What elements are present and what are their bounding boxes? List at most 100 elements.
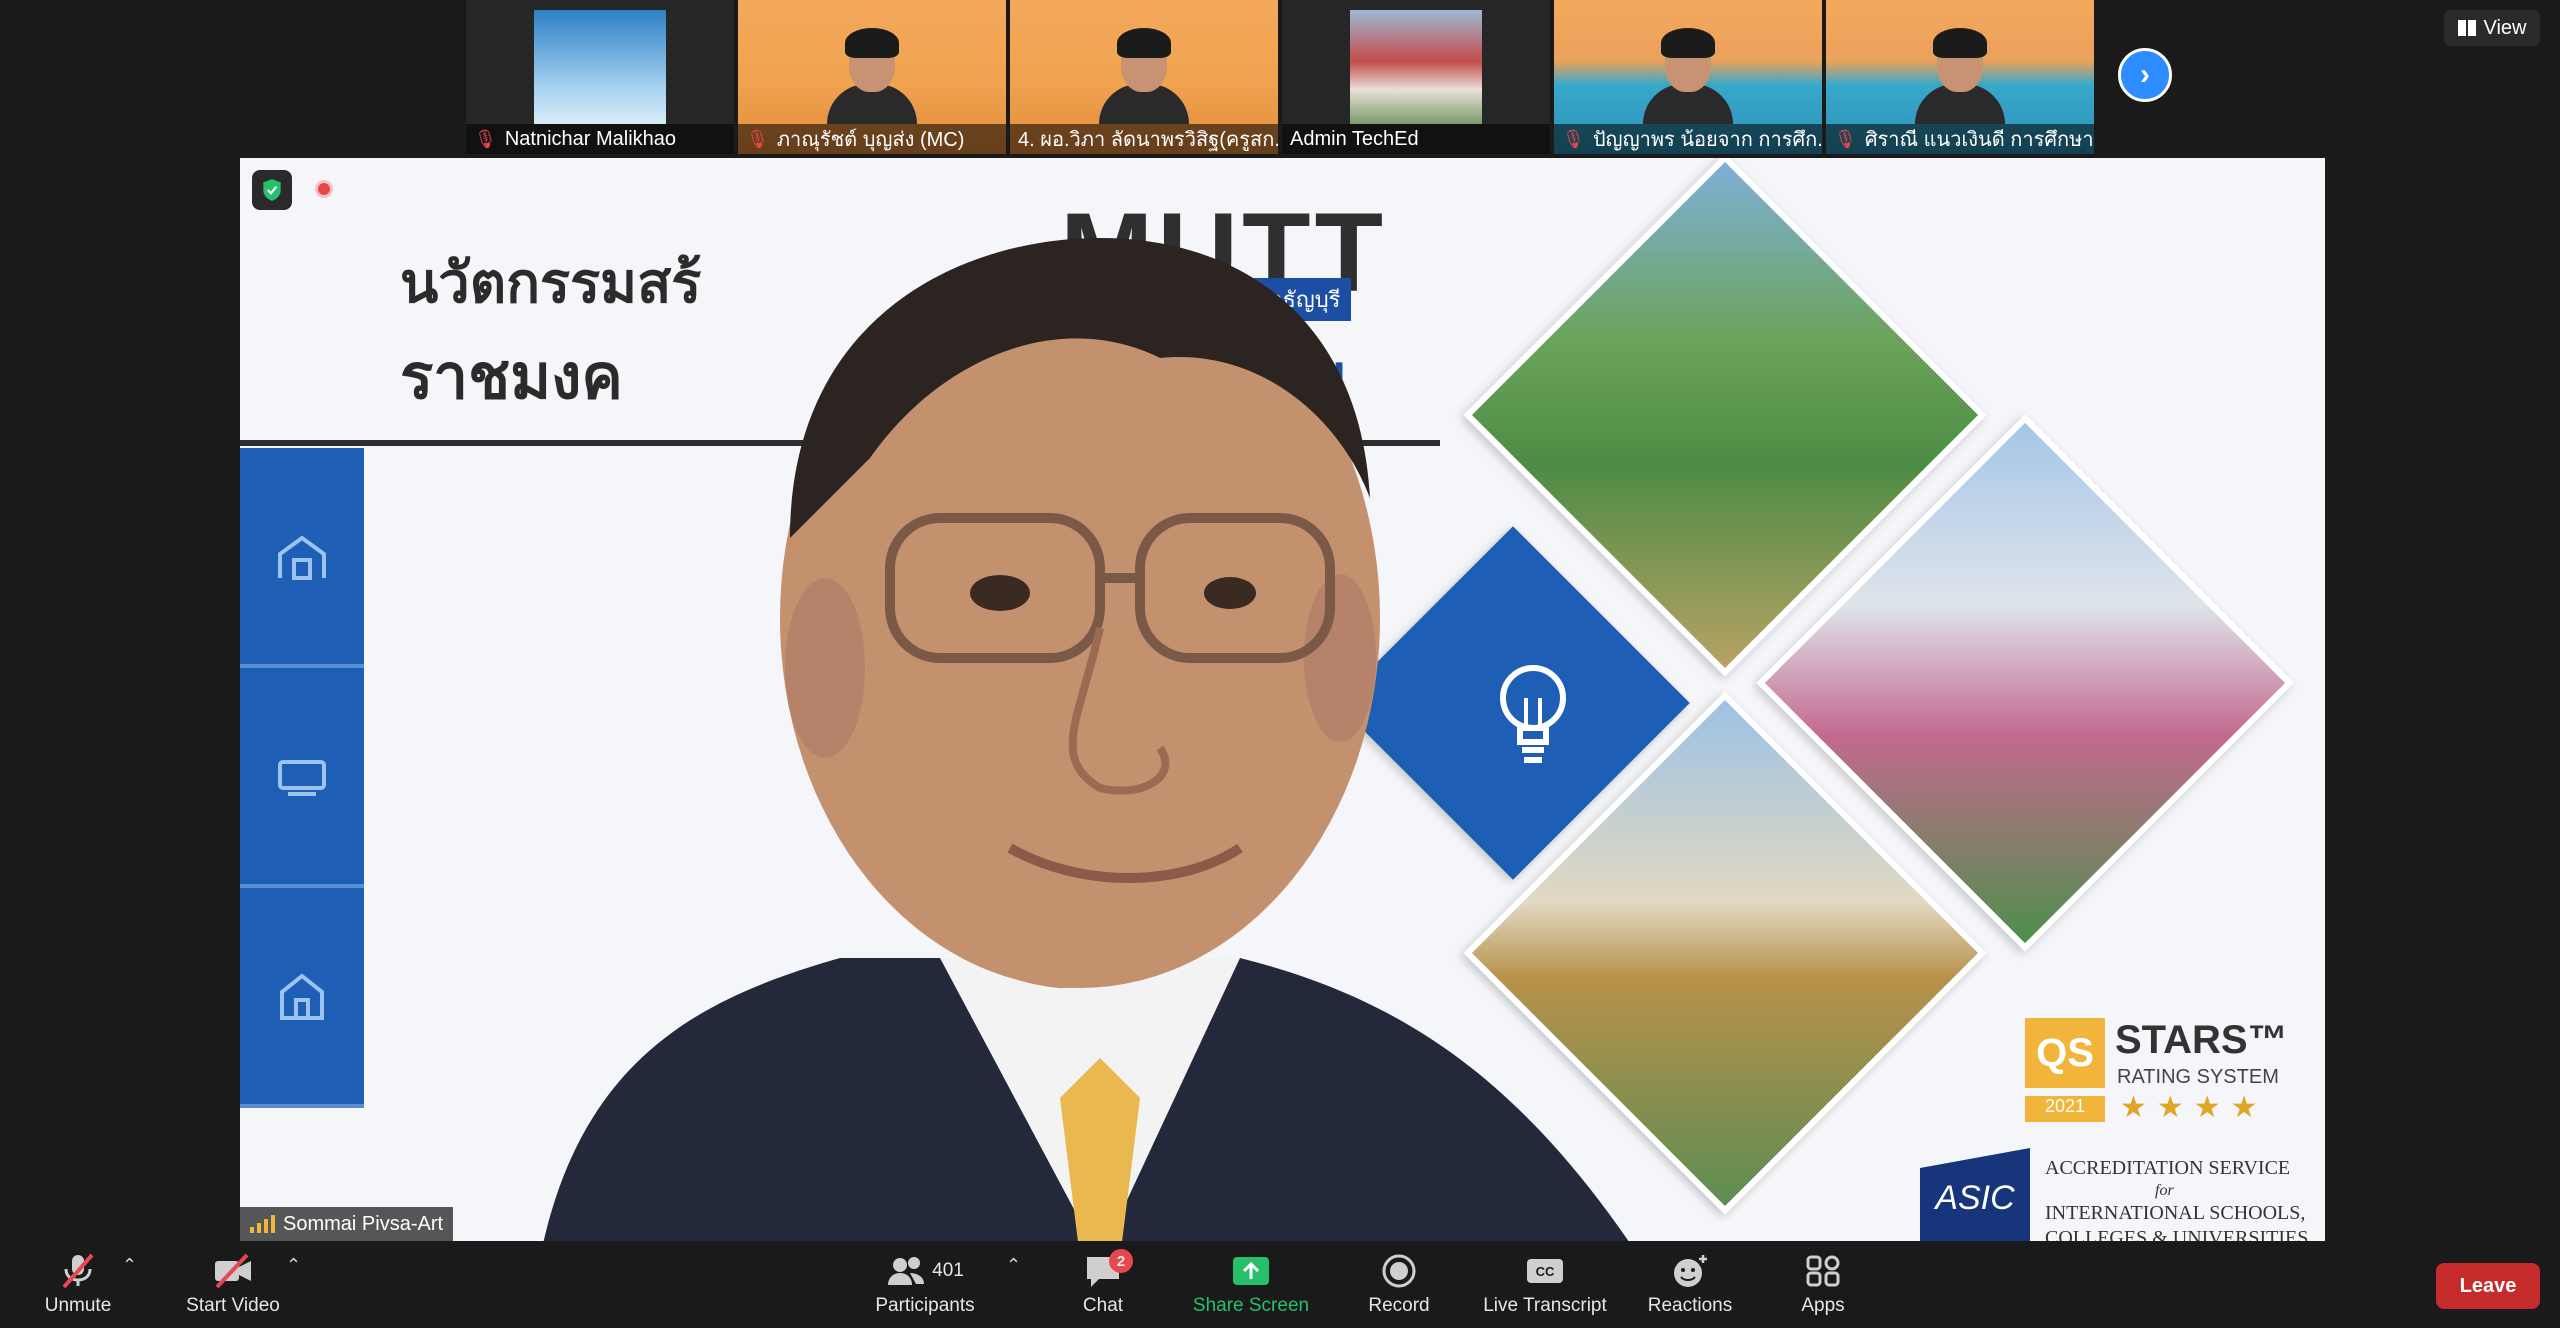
slide-side-section: [240, 448, 364, 668]
mic-muted-icon: [62, 1253, 94, 1288]
participants-icon-group: 401: [886, 1253, 964, 1289]
chat-unread-badge: 2: [1109, 1249, 1133, 1273]
unmute-label: Unmute: [44, 1294, 112, 1316]
chat-label: Chat: [1082, 1294, 1124, 1316]
chevron-right-icon: ›: [2140, 58, 2150, 91]
start-video-label: Start Video: [186, 1294, 280, 1316]
muted-mic-icon: 🎙: [1834, 128, 1857, 149]
reactions-label: Reactions: [1647, 1294, 1733, 1316]
chat-button[interactable]: 2 Chat: [1060, 1241, 1146, 1328]
participant-name-bar: 🎙 ศิราณี แนวเงินดี การศึกษา...: [1826, 124, 2094, 154]
unmute-button[interactable]: Unmute: [30, 1241, 126, 1328]
screen-icon: [278, 760, 326, 796]
building-icon: [278, 535, 326, 580]
asic-line: for: [2155, 1182, 2174, 1199]
record-label: Record: [1368, 1294, 1430, 1316]
participant-thumbnail-strip: 🎙 Natnichar Malikhao 🎙 ภาณุรัชต์ บุญส่ง …: [466, 0, 2094, 154]
participant-thumbnail[interactable]: 🎙 Natnichar Malikhao: [466, 0, 734, 154]
next-page-button[interactable]: ›: [2118, 48, 2172, 102]
participant-name: Admin TechEd: [1290, 127, 1419, 150]
audio-options-caret-icon[interactable]: ⌃: [122, 1255, 137, 1276]
qs-year: 2021: [2025, 1096, 2105, 1122]
leave-meeting-button[interactable]: Leave: [2436, 1263, 2540, 1309]
active-speaker-name: Sommai Pivsa-Art: [283, 1212, 444, 1235]
asic-line: COLLEGES & UNIVERSITIES: [2045, 1227, 2309, 1241]
active-speaker-label: Sommai Pivsa-Art: [240, 1207, 454, 1241]
participant-name: ปัญญาพร น้อยจาก การศึก...: [1592, 129, 1822, 151]
participant-name-bar: 🎙 ปัญญาพร น้อยจาก การศึก...: [1554, 124, 1822, 154]
record-button[interactable]: Record: [1354, 1241, 1444, 1328]
participant-thumbnail[interactable]: 4. ผอ.วิภา ลัดนาพรวิสิฐ(ครูสก...: [1010, 0, 1278, 154]
slide-heading: ราชมงค: [400, 340, 623, 413]
asic-line: INTERNATIONAL SCHOOLS,: [2045, 1202, 2306, 1224]
slide-heading: นวัตกรรมสร้: [400, 251, 702, 316]
participant-thumbnail[interactable]: 🎙 ปัญญาพร น้อยจาก การศึก...: [1554, 0, 1822, 154]
participant-video: [534, 10, 666, 124]
lightbulb-icon: [1500, 665, 1566, 763]
participants-options-caret-icon[interactable]: ⌃: [1006, 1255, 1021, 1276]
share-screen-icon: [1233, 1256, 1269, 1285]
participants-count: 401: [932, 1259, 964, 1281]
grid-icon: [2457, 20, 2476, 36]
reactions-icon: [1674, 1254, 1707, 1287]
live-transcript-button[interactable]: CC Live Transcript: [1470, 1241, 1620, 1328]
qs-stars-badge: QS STARS™ RATING SYSTEM 2021 ★★★★: [2025, 1018, 2305, 1128]
participants-button[interactable]: 401 Participants: [860, 1241, 990, 1328]
video-off-icon: [215, 1253, 251, 1288]
closed-caption-icon: CC: [1527, 1258, 1563, 1283]
record-icon: [1382, 1254, 1416, 1287]
participant-person: [1643, 14, 1733, 124]
start-video-button[interactable]: Start Video: [168, 1241, 298, 1328]
svg-text:CC: CC: [1536, 1264, 1555, 1279]
asic-text: ACCREDITATION SERVICE for INTERNATIONAL …: [2045, 1156, 2308, 1241]
participant-name-bar: 4. ผอ.วิภา ลัดนาพรวิสิฐ(ครูสก...: [1010, 124, 1278, 154]
participant-thumbnail[interactable]: 🎙 ศิราณี แนวเงินดี การศึกษา...: [1826, 0, 2094, 154]
qs-subtitle: RATING SYSTEM: [2117, 1066, 2279, 1088]
participant-video: [1350, 10, 1482, 124]
muted-mic-icon: 🎙: [1562, 128, 1585, 149]
participant-name: Natnichar Malikhao: [504, 127, 677, 150]
slide-logo-subtitle: ราชมงคลธัญบุรี: [1180, 278, 1351, 321]
apps-label: Apps: [1801, 1294, 1845, 1316]
qs-title: STARS™: [2115, 1018, 2288, 1062]
reactions-button[interactable]: Reactions: [1640, 1241, 1740, 1328]
share-screen-button[interactable]: Share Screen: [1186, 1241, 1316, 1328]
slide-divider: [240, 440, 1440, 446]
asic-line: ACCREDITATION SERVICE: [2045, 1157, 2291, 1179]
live-transcript-label: Live Transcript: [1483, 1294, 1607, 1316]
participant-person: [827, 14, 917, 124]
participant-name: 4. ผอ.วิภา ลัดนาพรวิสิฐ(ครูสก...: [1018, 129, 1278, 151]
slide-side-panel: [240, 448, 364, 1108]
apps-button[interactable]: Apps: [1780, 1241, 1866, 1328]
slide-side-section: [240, 888, 364, 1108]
participants-label: Participants: [875, 1294, 975, 1316]
participant-thumbnail[interactable]: Admin TechEd: [1282, 0, 1550, 154]
participant-name: ศิราณี แนวเงินดี การศึกษา...: [1864, 129, 2094, 151]
security-shield-icon[interactable]: [252, 170, 292, 210]
signal-strength-icon: [250, 1215, 275, 1233]
asic-accreditation-badge: ASIC ACCREDITATION SERVICE for INTERNATI…: [1920, 1148, 2320, 1241]
asic-logo: ASIC: [1920, 1148, 2030, 1241]
participant-thumbnail[interactable]: 🎙 ภาณุรัชต์ บุญส่ง (MC): [738, 0, 1006, 154]
participant-person: [1915, 14, 2005, 124]
meeting-toolbar: Unmute ⌃ Start Video ⌃ 401 Participants …: [0, 1241, 2560, 1328]
participant-name-bar: 🎙 ภาณุรัชต์ บุญส่ง (MC): [738, 124, 1006, 154]
participant-name-bar: Admin TechEd: [1282, 124, 1550, 154]
qs-star-rating: ★★★★: [2120, 1091, 2268, 1124]
participant-person: [1099, 14, 1189, 124]
house-icon: [280, 973, 324, 1020]
slide-side-section: [240, 668, 364, 888]
participant-name: ภาณุรัชต์ บุญส่ง (MC): [776, 129, 965, 151]
view-button-label: View: [2483, 16, 2527, 39]
participants-icon: [888, 1256, 925, 1285]
zoom-meeting-window: 🎙 Natnichar Malikhao 🎙 ภาณุรัชต์ บุญส่ง …: [0, 0, 2560, 1328]
apps-icon: [1806, 1255, 1840, 1286]
slide-heading: รรม: [1240, 340, 1348, 413]
recording-indicator-icon: [315, 180, 333, 198]
muted-mic-icon: 🎙: [746, 128, 769, 149]
share-screen-label: Share Screen: [1192, 1294, 1310, 1316]
view-button[interactable]: View: [2444, 10, 2540, 46]
muted-mic-icon: 🎙: [474, 128, 497, 149]
video-options-caret-icon[interactable]: ⌃: [286, 1255, 301, 1276]
participant-name-bar: 🎙 Natnichar Malikhao: [466, 124, 734, 154]
